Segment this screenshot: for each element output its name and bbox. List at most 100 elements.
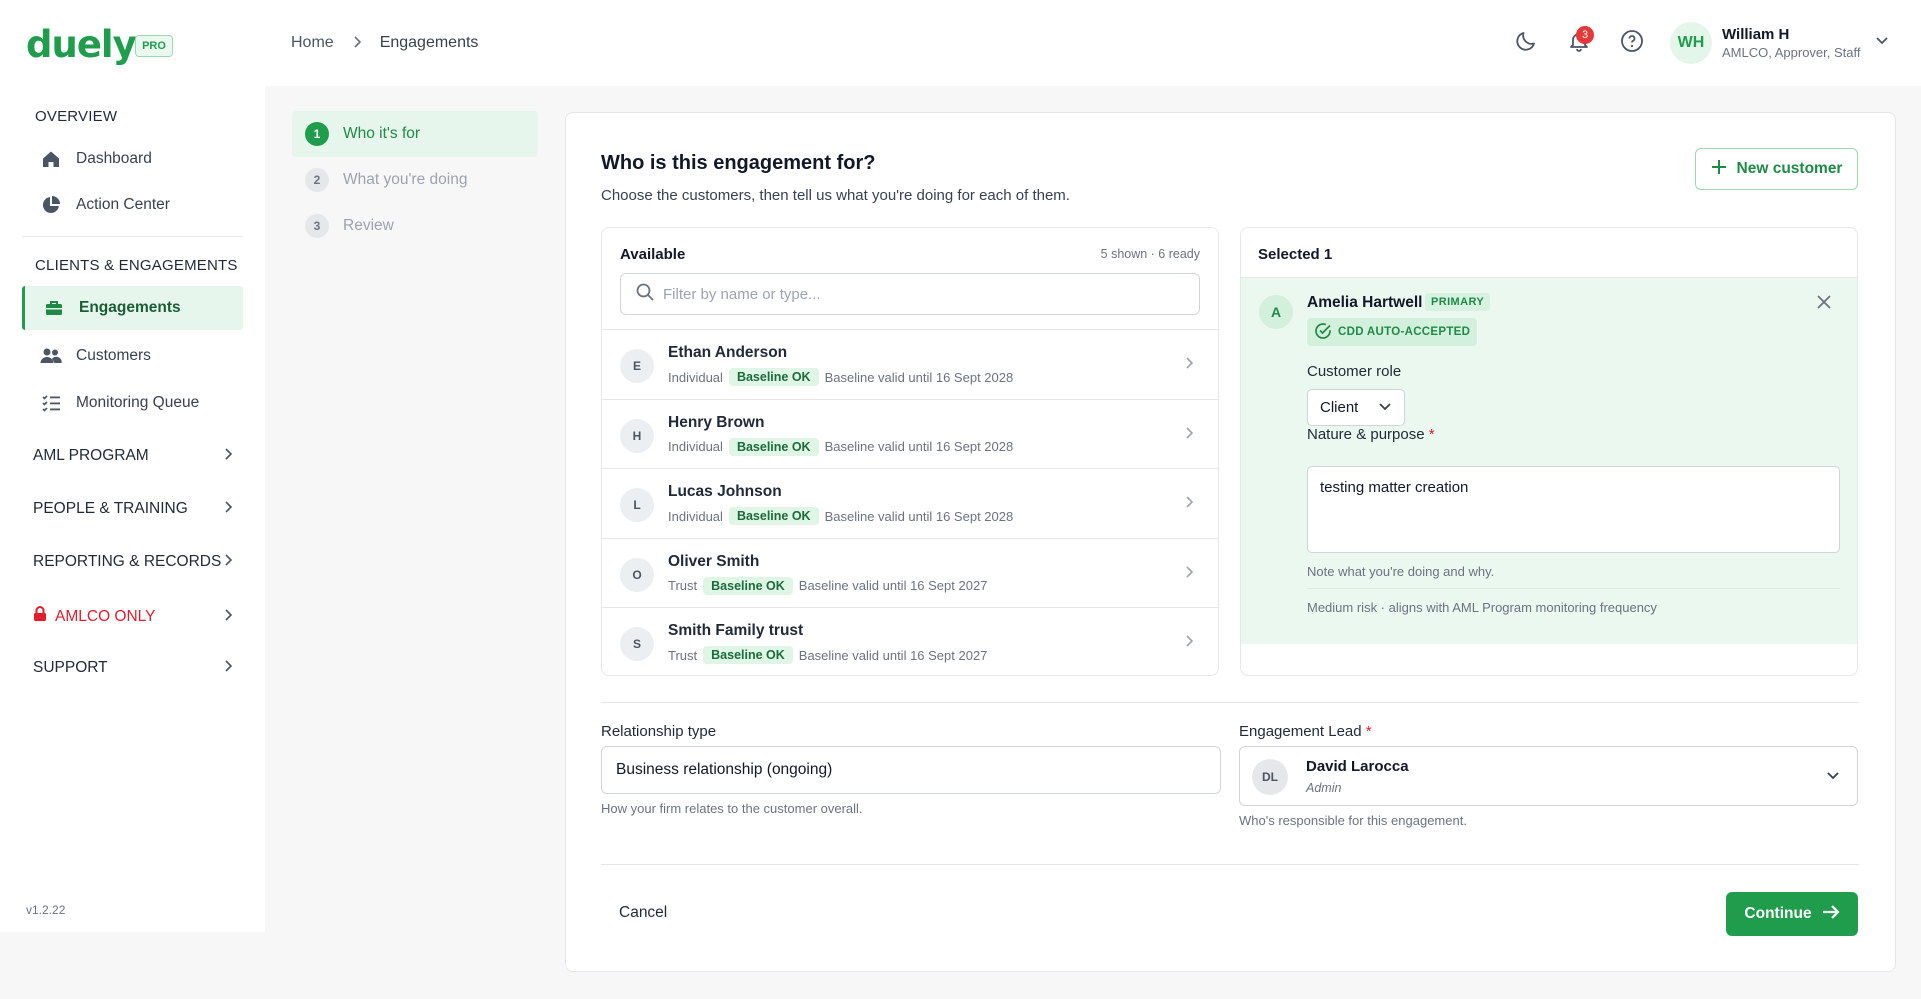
relationship-type-field[interactable]: Business relationship (ongoing) [601,746,1221,794]
cancel-button[interactable]: Cancel [619,904,667,922]
baseline-validity: Baseline valid until 16 Sept 2028 [824,508,1014,524]
customer-role-select[interactable]: Client [1307,389,1405,426]
chevron-down-icon[interactable] [1874,32,1890,53]
breadcrumb-home[interactable]: Home [291,34,334,52]
sidebar-group-people-training[interactable]: PEOPLE & TRAINING [33,500,233,518]
sidebar-item-label: Customers [76,347,151,364]
step-label: Review [343,217,394,234]
lead-name: David Larocca [1306,758,1409,775]
available-customer-list: E Ethan Anderson Individual Baseline OK … [602,329,1218,675]
customer-type: Individual [668,508,723,524]
step-review[interactable]: 3 Review [292,203,538,249]
selected-customer-avatar: A [1259,295,1293,329]
sidebar-divider [22,236,243,237]
step-number: 1 [305,122,329,146]
engagement-lead-select[interactable]: DL David Larocca Admin [1239,746,1858,806]
customer-type: Individual [668,439,723,454]
arrow-right-icon [1822,904,1840,925]
customer-name: Ethan Anderson [668,344,788,361]
selected-customer-card: A Amelia Hartwell PRIMARY CDD AUTO-ACCEP… [1241,278,1857,644]
baseline-validity: Baseline valid until 16 Sept 2028 [824,439,1014,454]
close-icon[interactable] [1816,294,1832,315]
breadcrumb: Home Engagements [291,34,478,52]
sidebar-group-reporting-records[interactable]: REPORTING & RECORDS [33,553,233,571]
footer-divider [601,864,1859,865]
sidebar-item-engagements[interactable]: Engagements [22,286,243,330]
new-customer-button[interactable]: New customer [1695,148,1858,190]
user-avatar[interactable]: WH [1670,22,1712,64]
moon-icon[interactable] [1511,26,1541,56]
help-icon[interactable] [1617,26,1647,56]
step-number: 2 [305,168,329,192]
relationship-type-label: Relationship type [601,723,717,740]
engagement-lead-label-text: Engagement Lead [1239,723,1362,740]
chevron-right-icon [1184,565,1194,584]
customer-meta: Trust Baseline OK Baseline valid until 1… [668,646,987,664]
customer-row-lucas-johnson[interactable]: L Lucas Johnson Individual Baseline OK B… [602,469,1218,539]
sidebar-group-label: AMLCO ONLY [55,607,156,625]
sidebar-item-label: Monitoring Queue [76,394,200,411]
customer-type: Trust [668,578,698,593]
chevron-right-icon [223,447,233,465]
section-title-overview: OVERVIEW [35,108,118,125]
sidebar-item-label: Engagements [79,299,181,316]
duely-logo[interactable]: duely [26,22,137,68]
continue-button[interactable]: Continue [1726,892,1858,936]
step-who-its-for[interactable]: 1 Who it's for [292,111,538,157]
customer-row-oliver-smith[interactable]: O Oliver Smith Trust Baseline OK Baselin… [602,539,1218,608]
sidebar-group-support[interactable]: SUPPORT [33,659,233,677]
customer-avatar: H [620,418,654,453]
lead-avatar: DL [1252,759,1288,795]
baseline-validity: Baseline valid until 16 Sept 2027 [798,578,988,593]
lock-icon [33,606,47,627]
pro-badge: PRO [135,35,173,57]
notification-count-badge: 3 [1576,26,1594,44]
user-name[interactable]: William H [1722,26,1789,43]
filter-search-input[interactable] [663,285,1183,303]
customer-name: Henry Brown [668,413,765,431]
sidebar-group-label: AML PROGRAM [33,447,149,464]
user-role: AMLCO, Approver, Staff [1722,45,1861,60]
nature-purpose-textarea[interactable]: testing matter creation [1307,466,1840,553]
chevron-right-icon [352,35,362,52]
sidebar-group-amlco-only[interactable]: AMLCO ONLY [33,606,233,627]
customer-avatar: O [620,557,654,592]
customer-row-henry-brown[interactable]: H Henry Brown Individual Baseline OK Bas… [602,400,1218,469]
chevron-right-icon [223,553,233,571]
nature-purpose-label: Nature & purpose * [1307,426,1435,443]
home-icon [40,148,62,170]
nature-purpose-label-text: Nature & purpose [1307,426,1425,443]
filter-search-box[interactable] [620,273,1200,315]
customer-meta: Individual Baseline OK Baseline valid un… [668,368,1013,386]
users-icon [40,345,62,367]
relationship-type-hint: How your firm relates to the customer ov… [601,801,863,816]
check-circle-icon [1314,322,1332,343]
selected-panel: Selected 1 A Amelia Hartwell PRIMARY CDD… [1240,227,1858,676]
sidebar-item-monitoring-queue[interactable]: Monitoring Queue [22,381,243,425]
baseline-ok-badge: Baseline OK [703,576,793,595]
sidebar: OVERVIEW Dashboard Action Center CLIENTS… [0,86,265,932]
required-asterisk: * [1365,723,1372,740]
chevron-down-icon [1825,767,1841,788]
sidebar-item-action-center[interactable]: Action Center [22,183,243,227]
list-check-icon [40,392,62,414]
customer-name: Oliver Smith [668,552,760,570]
sidebar-group-label: SUPPORT [33,659,108,676]
sidebar-group-aml-program[interactable]: AML PROGRAM [33,447,233,465]
step-what-youre-doing[interactable]: 2 What you're doing [292,157,538,203]
baseline-ok-badge: Baseline OK [703,646,793,664]
customer-type: Individual [668,369,723,385]
chevron-right-icon [223,659,233,677]
chevron-right-icon [1184,495,1194,514]
sidebar-item-customers[interactable]: Customers [22,334,243,378]
chevron-right-icon [223,500,233,518]
sidebar-item-label: Action Center [76,196,170,213]
customer-row-smith-family-trust[interactable]: S Smith Family trust Trust Baseline OK B… [602,608,1218,675]
cdd-status-badge: CDD AUTO-ACCEPTED [1307,318,1478,346]
chevron-right-icon [223,608,233,626]
selected-customer-name: Amelia Hartwell [1307,294,1423,311]
section-title-clients: CLIENTS & ENGAGEMENTS [35,257,238,274]
sidebar-item-dashboard[interactable]: Dashboard [22,137,243,181]
baseline-validity: Baseline valid until 16 Sept 2027 [798,647,988,663]
customer-row-ethan-anderson[interactable]: E Ethan Anderson Individual Baseline OK … [602,330,1218,400]
